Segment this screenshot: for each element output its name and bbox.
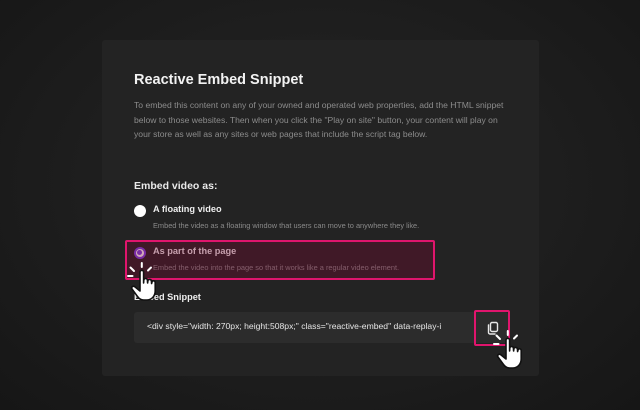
hand-pointer-icon bbox=[493, 330, 522, 369]
hand-pointer-icon bbox=[127, 262, 156, 301]
floating-video-label[interactable]: A floating video bbox=[153, 204, 222, 214]
card-title: Reactive Embed Snippet bbox=[134, 72, 304, 88]
floating-video-radio[interactable] bbox=[134, 205, 146, 217]
page-background: Reactive Embed Snippet To embed this con… bbox=[0, 0, 640, 410]
embed-as-label: Embed video as: bbox=[134, 180, 218, 192]
card-description: To embed this content on any of your own… bbox=[134, 100, 504, 139]
floating-video-description: Embed the video as a floating window tha… bbox=[153, 221, 420, 230]
embed-snippet-code[interactable]: <div style="width: 270px; height:508px;"… bbox=[147, 321, 469, 331]
embed-snippet-field[interactable]: <div style="width: 270px; height:508px;"… bbox=[134, 312, 508, 343]
selected-option-highlight bbox=[125, 240, 435, 280]
